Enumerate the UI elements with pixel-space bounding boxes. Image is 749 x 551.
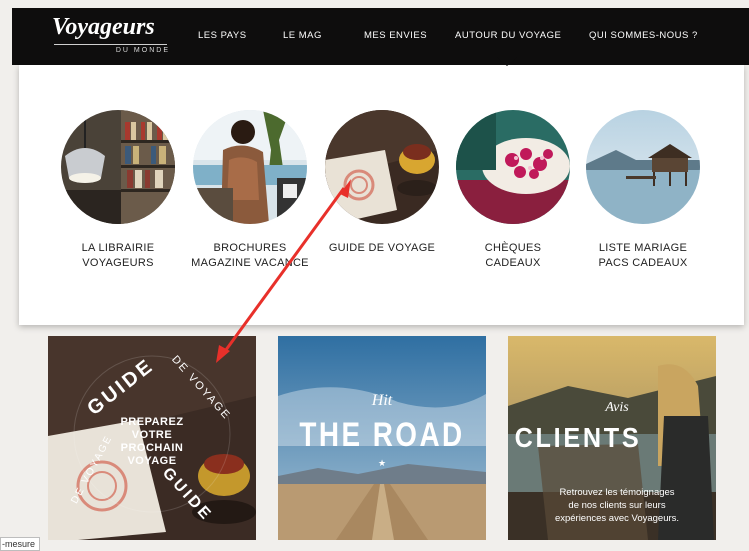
clients-script: Avis <box>605 400 629 415</box>
guide-de-voyage-thumbnail[interactable] <box>325 110 439 224</box>
autour-du-voyage-dropdown: LA LIBRAIRIE VOYAGEURS BROCHURES MAGAZIN… <box>19 65 744 325</box>
nav-qui-sommes-nous[interactable]: QUI SOMMES-NOUS ? <box>589 30 698 41</box>
logo-wordmark: Voyageurs <box>52 14 155 40</box>
logo-divider <box>54 44 167 45</box>
hit-the-road-card[interactable]: Hit THE ROAD ★ <box>278 336 486 540</box>
menu-item-brochures[interactable]: BROCHURES MAGAZINE VACANCE <box>180 241 320 271</box>
nav-mes-envies[interactable]: MES ENVIES <box>364 30 427 41</box>
menu-item-librairie[interactable]: LA LIBRAIRIE VOYAGEURS <box>48 241 188 271</box>
liste-mariage-thumbnail[interactable] <box>586 110 700 224</box>
librairie-thumbnail[interactable] <box>61 110 175 224</box>
nav-le-mag[interactable]: LE MAG <box>283 30 322 41</box>
guide-tagline: PREPAREZ VOTRE PROCHAIN VOYAGE <box>120 416 184 467</box>
star-icon: ★ <box>377 458 387 468</box>
brochures-thumbnail[interactable] <box>193 110 307 224</box>
nav-les-pays[interactable]: LES PAYS <box>198 30 247 41</box>
cheques-cadeaux-thumbnail[interactable] <box>456 110 570 224</box>
avis-clients-card[interactable]: Avis CLIENTS Retrouvez les témoignages d… <box>508 336 716 540</box>
top-navigation-bar: Voyageurs DU MONDE LES PAYS LE MAG MES E… <box>12 8 749 65</box>
site-logo[interactable]: Voyageurs DU MONDE <box>52 14 170 58</box>
clients-description: Retrouvez les témoignages de nos clients… <box>554 487 680 524</box>
guide-de-voyage-card[interactable]: GUIDE DE VOYAGE PREPAREZ VOTRE PROCHAIN … <box>48 336 256 540</box>
menu-item-liste-mariage[interactable]: LISTE MARIAGE PACS CADEAUX <box>573 241 713 271</box>
road-script: Hit <box>371 392 393 409</box>
clients-title: CLIENTS <box>514 422 642 453</box>
logo-subtitle: DU MONDE <box>115 47 170 54</box>
menu-item-cheques-cadeaux[interactable]: CHÈQUES CADEAUX <box>443 241 583 271</box>
road-title: THE ROAD <box>299 416 465 454</box>
nav-autour-du-voyage[interactable]: AUTOUR DU VOYAGE <box>455 30 561 41</box>
menu-item-guide-de-voyage[interactable]: GUIDE DE VOYAGE <box>312 241 452 256</box>
active-nav-caret <box>497 57 517 66</box>
